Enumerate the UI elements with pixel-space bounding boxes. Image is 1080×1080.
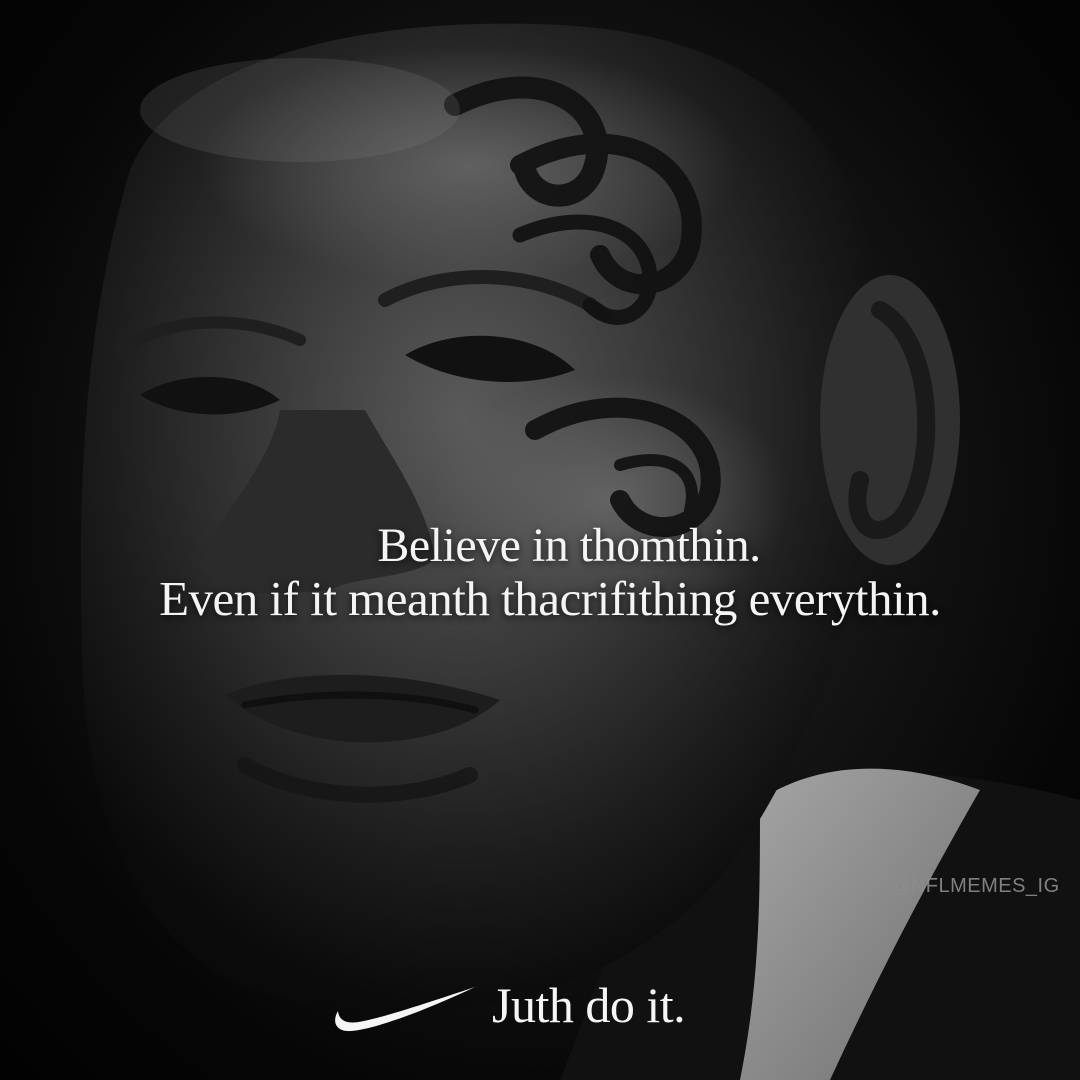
watermark: @NFLMEMES_IG: [890, 875, 1060, 897]
meme-poster: Believe in thomthin. Even if it meanth t…: [0, 0, 1080, 1080]
quote-text: Believe in thomthin. Even if it meanth t…: [0, 520, 1080, 626]
swoosh-icon: [335, 987, 475, 1032]
quote-line-2: Even if it meanth thacrifithing everythi…: [159, 571, 941, 626]
slogan-text: Juth do it.: [492, 977, 686, 1033]
brand-slogan: Juth do it.: [330, 965, 686, 1045]
top-highlight: [140, 58, 460, 162]
quote-line-1: Believe in thomthin.: [377, 519, 761, 572]
